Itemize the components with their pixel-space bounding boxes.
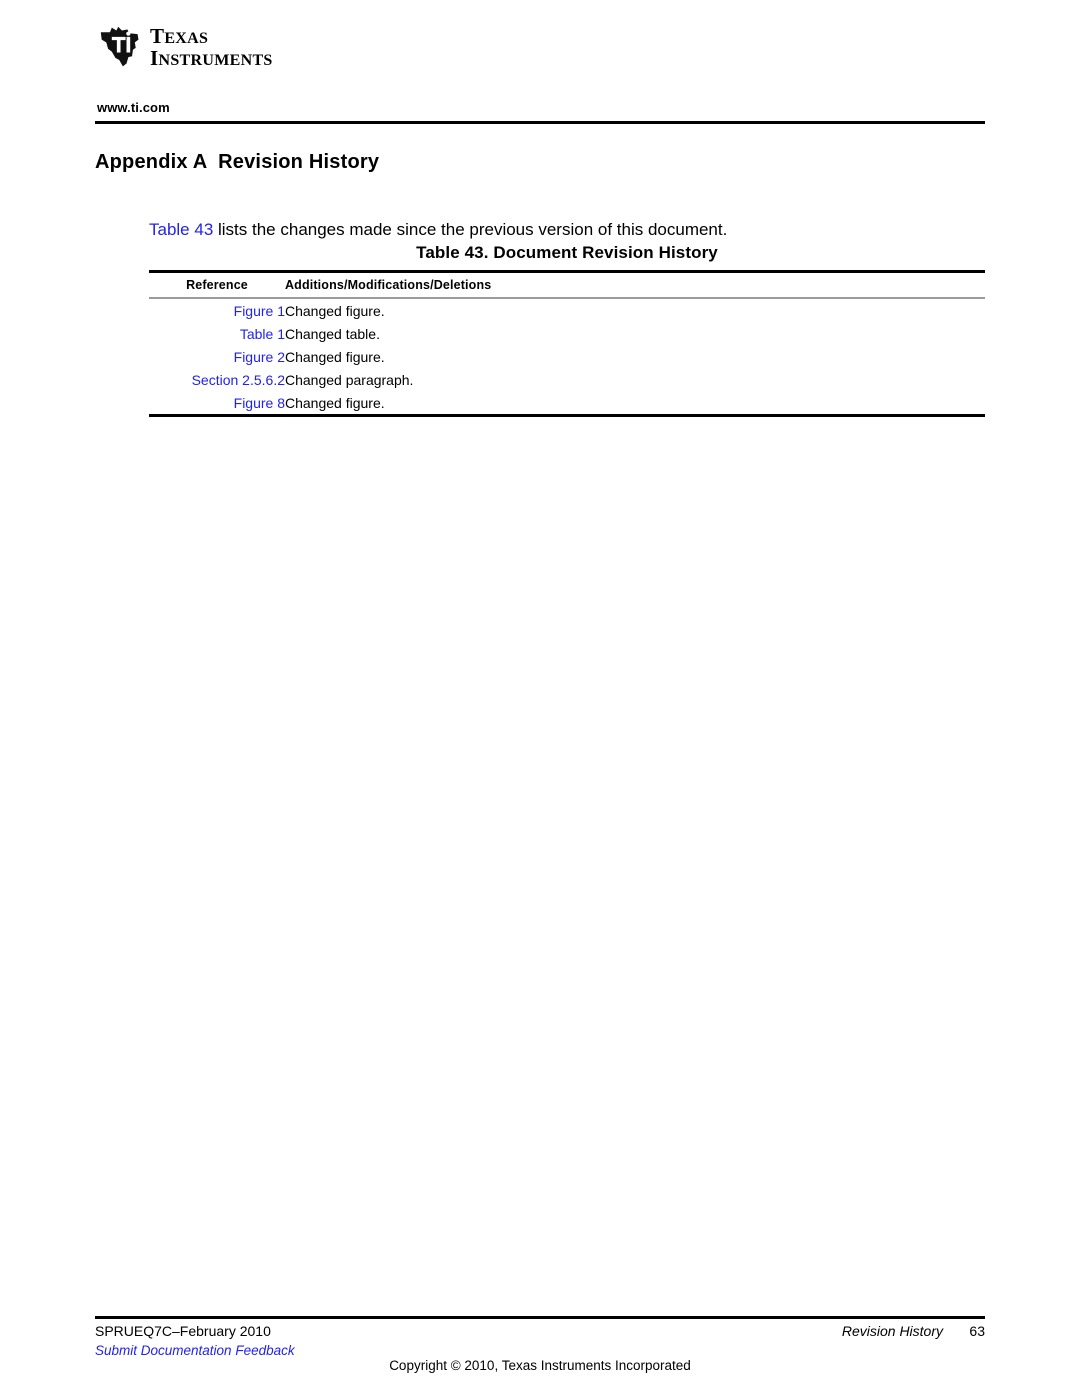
description-cell: Changed figure.: [285, 302, 385, 319]
table-row: Figure 2 Changed figure.: [149, 345, 985, 368]
reference-link[interactable]: Table 1: [149, 322, 285, 345]
reference-link[interactable]: Section 2.5.6.2: [149, 368, 285, 391]
reference-link[interactable]: Figure 1: [149, 299, 285, 322]
footer-copyright: Copyright © 2010, Texas Instruments Inco…: [389, 1358, 691, 1373]
submit-documentation-feedback-link[interactable]: Submit Documentation Feedback: [95, 1343, 295, 1358]
description-cell: Changed figure.: [285, 394, 385, 411]
site-url: www.ti.com: [97, 100, 170, 115]
ti-logo-line-texas: TEXAS: [150, 24, 273, 48]
table-bottom-rule: [149, 414, 985, 417]
table-row: Figure 1 Changed figure.: [149, 299, 985, 322]
column-header-additions: Additions/Modifications/Deletions: [285, 278, 492, 292]
page-title: Appendix A Revision History: [95, 151, 380, 174]
ti-logo: TEXAS INSTRUMENTS: [98, 24, 273, 70]
table-row: Figure 8 Changed figure.: [149, 391, 985, 414]
ti-logo-instruments-rest: NSTRUMENTS: [158, 51, 273, 69]
ti-texas-logo-icon: [100, 26, 139, 67]
description-cell: Changed table.: [285, 325, 380, 342]
footer-rule: [95, 1316, 985, 1319]
table-caption: Table 43. Document Revision History: [416, 243, 718, 262]
description-cell: Changed paragraph.: [285, 371, 414, 388]
table-43-link[interactable]: Table 43: [149, 220, 213, 239]
column-header-reference: Reference: [186, 278, 248, 292]
description-cell: Changed figure.: [285, 348, 385, 365]
intro-paragraph: Table 43 lists the changes made since th…: [149, 219, 979, 242]
table-header-row: Reference Additions/Modifications/Deleti…: [149, 273, 985, 297]
reference-link[interactable]: Figure 8: [149, 391, 285, 414]
ti-logo-line-instruments: INSTRUMENTS: [150, 47, 273, 70]
revision-history-table: Reference Additions/Modifications/Deleti…: [149, 270, 985, 417]
footer-document-id: SPRUEQ7C–February 2010: [95, 1323, 271, 1339]
ti-logo-texas-rest: EXAS: [164, 30, 209, 47]
intro-paragraph-text: lists the changes made since the previou…: [213, 220, 728, 239]
ti-logo-wordmark: TEXAS INSTRUMENTS: [150, 24, 273, 69]
ti-logo-texas-cap: T: [150, 24, 165, 48]
table-body: Figure 1 Changed figure. Table 1 Changed…: [149, 299, 985, 414]
document-page: TEXAS INSTRUMENTS www.ti.com Appendix A …: [0, 0, 1080, 1397]
table-row: Table 1 Changed table.: [149, 322, 985, 345]
footer-page-number: 63: [969, 1323, 985, 1339]
table-row: Section 2.5.6.2 Changed paragraph.: [149, 368, 985, 391]
header-rule: [95, 121, 985, 124]
reference-link[interactable]: Figure 2: [149, 345, 285, 368]
footer-section-name: Revision History: [841, 1323, 943, 1339]
